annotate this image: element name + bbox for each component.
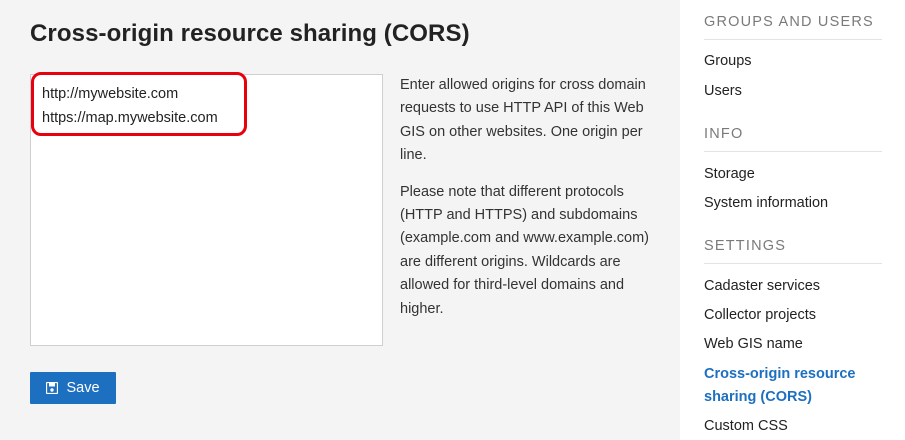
save-button[interactable]: Save: [30, 372, 116, 404]
sidebar-item-custom-css[interactable]: Custom CSS: [704, 415, 884, 438]
sidebar-item-cadaster-services[interactable]: Cadaster services: [704, 275, 884, 298]
floppy-disk-icon: [46, 381, 59, 395]
page-title: Cross-origin resource sharing (CORS): [30, 20, 470, 47]
origin-line: http://mywebsite.com: [42, 86, 179, 102]
help-text: Enter allowed origins for cross domain r…: [400, 74, 655, 334]
settings-sidebar: GROUPS AND USERS Groups Users INFO Stora…: [680, 0, 905, 440]
sidebar-item-storage[interactable]: Storage: [704, 163, 884, 186]
origin-line: https://map.mywebsite.com: [42, 110, 218, 126]
section-heading-settings: SETTINGS: [704, 238, 882, 264]
sidebar-item-users[interactable]: Users: [704, 80, 884, 103]
help-paragraph: Enter allowed origins for cross domain r…: [400, 77, 646, 164]
sidebar-item-groups[interactable]: Groups: [704, 50, 884, 73]
sidebar-item-collector-projects[interactable]: Collector projects: [704, 304, 884, 327]
save-label: Save: [66, 380, 100, 396]
section-heading-info: INFO: [704, 126, 882, 152]
sidebar-item-web-gis-name[interactable]: Web GIS name: [704, 333, 884, 356]
sidebar-item-system-information[interactable]: System information: [704, 192, 884, 215]
section-heading-groups-and-users: GROUPS AND USERS: [704, 14, 882, 40]
allowed-origins-textarea[interactable]: http://mywebsite.com https://map.mywebsi…: [30, 74, 383, 346]
sidebar-item-cors[interactable]: Cross-origin resource sharing (CORS): [704, 363, 884, 409]
help-paragraph: Please note that different protocols (HT…: [400, 183, 650, 317]
main-content: Cross-origin resource sharing (CORS) htt…: [0, 0, 680, 440]
